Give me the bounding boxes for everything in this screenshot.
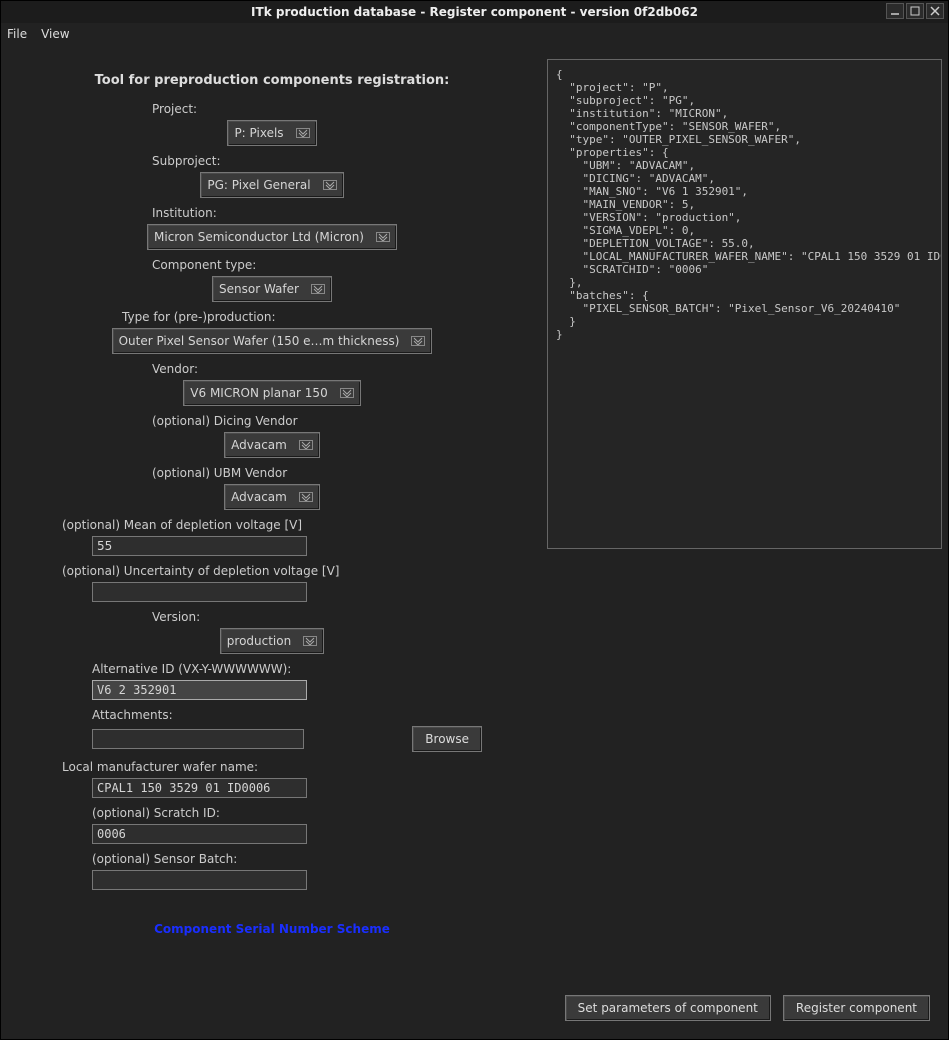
maximize-button[interactable] [906, 3, 924, 19]
page-heading: Tool for preproduction components regist… [95, 73, 450, 88]
version-select-value: production [227, 634, 291, 648]
uncertainty-depletion-input[interactable] [92, 582, 307, 602]
chevron-down-icon [323, 180, 337, 190]
label-type-preprod: Type for (pre-)production: [122, 310, 422, 324]
set-parameters-button[interactable]: Set parameters of component [565, 995, 771, 1021]
chevron-down-icon [376, 232, 390, 242]
chevron-down-icon [303, 636, 317, 646]
label-institution: Institution: [152, 206, 392, 220]
label-vendor: Vendor: [152, 362, 392, 376]
label-project: Project: [152, 102, 392, 116]
local-mfr-input[interactable]: CPAL1 150 3529 01 ID0006 [92, 778, 307, 798]
menu-bar: File View [1, 23, 948, 45]
component-type-select[interactable]: Sensor Wafer [212, 276, 332, 302]
label-mean-depl: (optional) Mean of depletion voltage [V] [62, 518, 482, 532]
register-component-button[interactable]: Register component [783, 995, 930, 1021]
dicing-vendor-select[interactable]: Advacam [224, 432, 320, 458]
label-component-type: Component type: [152, 258, 392, 272]
label-local-mfr: Local manufacturer wafer name: [62, 760, 482, 774]
form-pane: Tool for preproduction components regist… [7, 51, 537, 989]
menu-file[interactable]: File [7, 27, 27, 41]
minimize-button[interactable] [886, 3, 904, 19]
type-preprod-select[interactable]: Outer Pixel Sensor Wafer (150 e…m thickn… [112, 328, 433, 354]
label-version: Version: [152, 610, 392, 624]
subproject-select[interactable]: PG: Pixel General [200, 172, 343, 198]
label-scratch-id: (optional) Scratch ID: [92, 806, 482, 820]
alt-id-input[interactable]: V6 2 352901 [92, 680, 307, 700]
footer-bar: Set parameters of component Register com… [1, 989, 948, 1039]
type-preprod-select-value: Outer Pixel Sensor Wafer (150 e…m thickn… [119, 334, 400, 348]
label-alt-id: Alternative ID (VX-Y-WWWWWW): [92, 662, 482, 676]
sensor-batch-input[interactable] [92, 870, 307, 890]
subproject-select-value: PG: Pixel General [207, 178, 310, 192]
vendor-select[interactable]: V6 MICRON planar 150 [183, 380, 360, 406]
label-subproject: Subproject: [152, 154, 392, 168]
institution-select-value: Micron Semiconductor Ltd (Micron) [154, 230, 364, 244]
project-select[interactable]: P: Pixels [227, 120, 316, 146]
ubm-vendor-select[interactable]: Advacam [224, 484, 320, 510]
chevron-down-icon [299, 492, 313, 502]
vendor-select-value: V6 MICRON planar 150 [190, 386, 327, 400]
browse-button[interactable]: Browse [412, 726, 482, 752]
dicing-vendor-select-value: Advacam [231, 438, 287, 452]
project-select-value: P: Pixels [234, 126, 283, 140]
label-sensor-batch: (optional) Sensor Batch: [92, 852, 482, 866]
serial-number-scheme-link[interactable]: Component Serial Number Scheme [154, 922, 390, 936]
scratch-id-input[interactable]: 0006 [92, 824, 307, 844]
ubm-vendor-select-value: Advacam [231, 490, 287, 504]
attachments-input[interactable] [92, 729, 304, 749]
chevron-down-icon [299, 440, 313, 450]
institution-select[interactable]: Micron Semiconductor Ltd (Micron) [147, 224, 397, 250]
chevron-down-icon [296, 128, 310, 138]
chevron-down-icon [311, 284, 325, 294]
chevron-down-icon [411, 336, 425, 346]
title-bar: ITk production database - Register compo… [1, 1, 948, 23]
mean-depletion-input[interactable]: 55 [92, 536, 307, 556]
label-dicing-vendor: (optional) Dicing Vendor [152, 414, 392, 428]
chevron-down-icon [340, 388, 354, 398]
version-select[interactable]: production [220, 628, 324, 654]
menu-view[interactable]: View [41, 27, 69, 41]
app-window: ITk production database - Register compo… [0, 0, 949, 1040]
label-ubm-vendor: (optional) UBM Vendor [152, 466, 392, 480]
label-unc-depl: (optional) Uncertainty of depletion volt… [62, 564, 482, 578]
json-preview-pane[interactable]: { "project": "P", "subproject": "PG", "i… [547, 59, 942, 549]
window-title: ITk production database - Register compo… [251, 5, 698, 19]
component-type-select-value: Sensor Wafer [219, 282, 299, 296]
close-button[interactable] [926, 3, 944, 19]
label-attachments: Attachments: [92, 708, 482, 722]
